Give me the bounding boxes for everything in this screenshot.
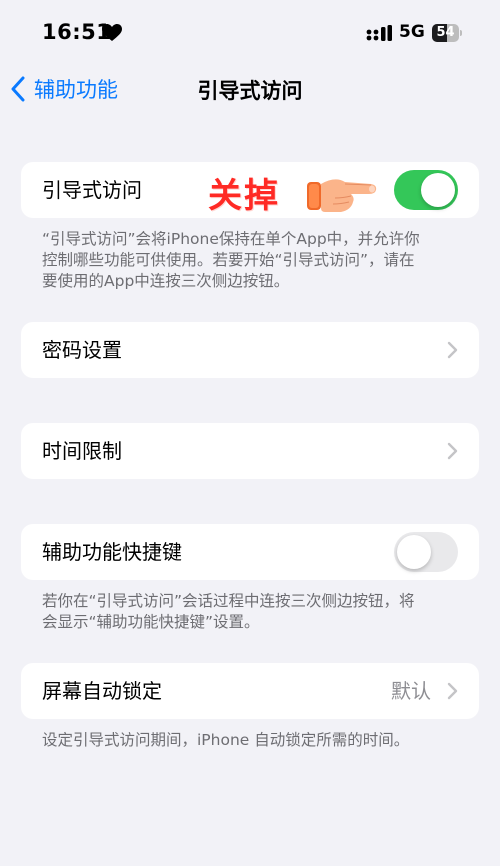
guided-access-footer-line: “引导式访问”会将iPhone保持在单个App中，并允许你 <box>42 230 420 248</box>
guided-access-footer-line: 控制哪些功能可供使用。若要开始“引导式访问”，请在 <box>42 251 415 269</box>
chevron-right-icon <box>447 682 458 700</box>
cellular-signal-icon <box>366 25 392 41</box>
status-time: 16:51 <box>42 20 112 44</box>
annotation-turn-off: 关掉 <box>208 176 280 216</box>
guided-access-footer-line: 要使用的App中连按三次侧边按钮。 <box>42 272 290 290</box>
network-type: 5G <box>399 22 425 42</box>
status-bar: 16:51 5G 54 <box>0 0 500 64</box>
passcode-settings-label: 密码设置 <box>42 338 122 362</box>
accessibility-shortcut-toggle[interactable] <box>394 532 458 572</box>
toggle-knob <box>421 173 455 207</box>
chevron-right-icon <box>447 341 458 359</box>
guided-access-footer: “引导式访问”会将iPhone保持在单个App中，并允许你 控制哪些功能可供使用… <box>42 229 467 292</box>
guided-access-label: 引导式访问 <box>42 178 142 202</box>
accessibility-shortcut-footer: 若你在“引导式访问”会话过程中连按三次侧边按钮，将 会显示“辅助功能快捷键”设置… <box>42 591 467 633</box>
battery-icon: 54 <box>432 24 462 42</box>
accessibility-shortcut-label: 辅助功能快捷键 <box>42 540 182 564</box>
accessibility-shortcut-footer-line: 若你在“引导式访问”会话过程中连按三次侧边按钮，将 <box>42 592 415 610</box>
pointing-hand-icon <box>307 179 377 212</box>
heart-icon <box>102 24 122 41</box>
time-limits-row[interactable]: 时间限制 <box>21 423 479 479</box>
toggle-knob <box>397 535 431 569</box>
passcode-settings-row[interactable]: 密码设置 <box>21 322 479 378</box>
auto-lock-value: 默认 <box>391 679 431 703</box>
guided-access-toggle[interactable] <box>394 170 458 210</box>
chevron-right-icon <box>447 442 458 460</box>
battery-level: 54 <box>436 25 455 40</box>
auto-lock-row[interactable]: 屏幕自动锁定 默认 <box>21 663 479 719</box>
accessibility-shortcut-footer-line: 会显示“辅助功能快捷键”设置。 <box>42 613 260 631</box>
auto-lock-label: 屏幕自动锁定 <box>42 679 162 703</box>
time-limits-label: 时间限制 <box>42 439 122 463</box>
accessibility-shortcut-row: 辅助功能快捷键 <box>21 524 479 580</box>
auto-lock-footer: 设定引导式访问期间，iPhone 自动锁定所需的时间。 <box>42 731 410 749</box>
page-title: 引导式访问 <box>197 79 303 103</box>
